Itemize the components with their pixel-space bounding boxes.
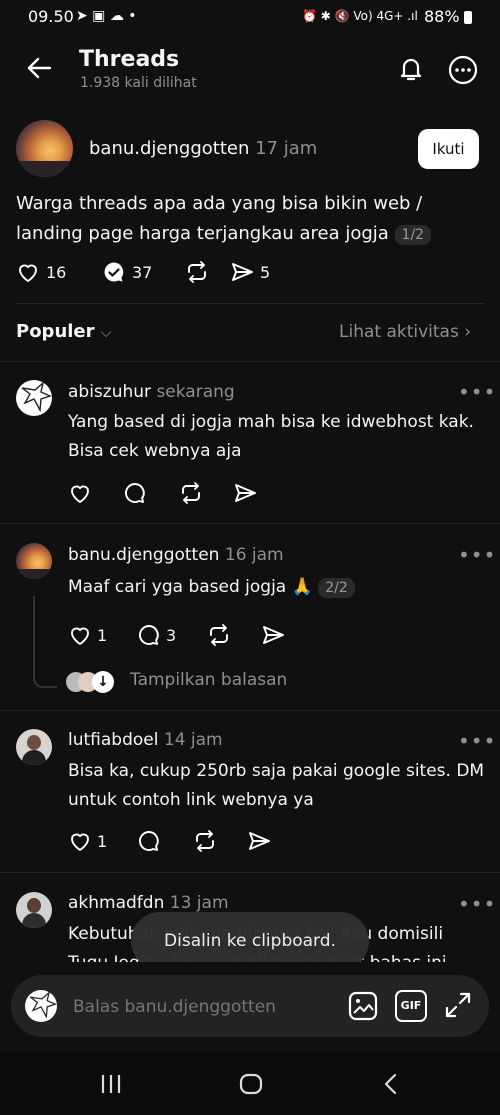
back-arrow-icon[interactable] [26, 56, 52, 80]
share-icon[interactable] [261, 623, 285, 647]
comment-header: banu.djenggotten 16 jam [68, 545, 284, 565]
battery-level: 88% [424, 7, 460, 26]
header: Threads 1.938 kali dilihat [0, 34, 500, 110]
reply-count: 37 [132, 262, 153, 282]
bell-icon[interactable] [396, 54, 426, 84]
image-icon[interactable] [347, 990, 379, 1022]
share-icon[interactable] [233, 481, 257, 505]
reply-icon[interactable] [137, 623, 161, 647]
repost-icon[interactable] [184, 260, 210, 284]
divider [0, 361, 500, 362]
comment-avatar[interactable] [16, 729, 52, 765]
arrow-down-icon: ↓ [92, 671, 114, 693]
status-time: 09.50 [28, 7, 74, 26]
reply-input[interactable] [71, 992, 345, 1022]
comment-avatar[interactable] [16, 543, 52, 579]
system-nav-bar [0, 1052, 500, 1115]
post-text-line: Warga threads apa ada yang bisa bikin we… [16, 193, 423, 214]
like-icon[interactable] [16, 260, 40, 284]
post-actions: 16 37 5 [16, 260, 270, 284]
comment-more-icon[interactable]: ••• [458, 729, 496, 753]
post-author-avatar[interactable] [16, 120, 73, 177]
divider [0, 523, 500, 524]
comment-time: 14 jam [163, 730, 223, 750]
page-title: Threads [79, 47, 180, 72]
comment-time: 13 jam [169, 893, 229, 913]
post-author: banu.djenggotten 17 jam [89, 138, 317, 159]
show-replies-link[interactable]: Tampilkan balasan [130, 670, 287, 690]
share-icon[interactable] [230, 260, 254, 284]
view-count: 1.938 kali dilihat [80, 75, 197, 91]
share-count: 5 [260, 262, 271, 282]
comment-header: lutfiabdoel 14 jam [68, 730, 223, 750]
comment-username[interactable]: abiszuhur [68, 382, 151, 402]
divider [0, 710, 500, 711]
reply-bar: GIF [11, 975, 489, 1037]
more-options-icon[interactable] [448, 55, 478, 85]
home-icon[interactable] [239, 1073, 263, 1095]
repost-icon[interactable] [178, 481, 204, 505]
comment-actions: 1 3 [68, 623, 285, 647]
page-chip: 1/2 [394, 225, 432, 245]
system-icons: ⏰ ✱ 🔇 Vo) 4G+ .ıl [302, 9, 418, 23]
back-icon[interactable] [382, 1073, 400, 1095]
comment-username[interactable]: banu.djenggotten [68, 545, 219, 565]
like-count: 1 [97, 831, 108, 851]
page-chip: 2/2 [318, 578, 355, 598]
chevron-right-icon: › [464, 322, 472, 342]
thread-connector [33, 674, 57, 688]
reply-icon[interactable] [137, 829, 161, 853]
recent-apps-icon[interactable] [99, 1073, 123, 1095]
chevron-down-icon: ⌵ [100, 325, 112, 341]
repost-icon[interactable] [192, 829, 218, 853]
reply-icon[interactable] [123, 481, 147, 505]
battery-icon [464, 11, 472, 24]
repost-icon[interactable] [206, 623, 232, 647]
comment-header: abiszuhur sekarang [68, 382, 235, 402]
divider [16, 303, 484, 304]
reply-count: 3 [166, 625, 177, 645]
comment-actions [68, 481, 257, 505]
comment-time: 16 jam [224, 545, 284, 565]
notification-icons: ➤ ▣ ☁ • [76, 8, 137, 24]
comment-username[interactable]: lutfiabdoel [68, 730, 158, 750]
comment-more-icon[interactable]: ••• [458, 543, 496, 567]
comment-actions: 1 [68, 829, 271, 853]
comment-text: Bisa ka, cukup 250rb saja pakai google s… [68, 761, 485, 810]
comment-more-icon[interactable]: ••• [458, 892, 496, 916]
like-icon[interactable] [68, 623, 92, 647]
comment-time: sekarang [156, 382, 235, 402]
view-activity-link[interactable]: Lihat aktivitas › [339, 322, 471, 342]
comment-text: Yang based di jogja mah bisa ke idwebhos… [68, 412, 474, 461]
post-text-line: landing page harga terjangkau area jogja… [16, 219, 432, 250]
thread-line [33, 596, 35, 676]
expand-icon[interactable] [443, 990, 473, 1020]
like-icon[interactable] [68, 481, 92, 505]
comment-text: Maaf cari yga based jogja 🙏 2/2 [68, 573, 355, 603]
divider [0, 872, 500, 873]
comment-avatar[interactable] [16, 380, 52, 416]
follow-button[interactable]: Ikuti [418, 129, 479, 169]
post-username[interactable]: banu.djenggotten [89, 138, 249, 159]
like-count: 16 [46, 262, 67, 282]
gif-icon[interactable]: GIF [395, 990, 427, 1022]
post-time: 17 jam [255, 138, 318, 159]
reply-icon[interactable] [102, 260, 126, 284]
comment-username[interactable]: akhmadfdn [68, 893, 164, 913]
reply-avatars[interactable]: ↓ [66, 670, 118, 694]
share-icon[interactable] [247, 829, 271, 853]
comment-header: akhmadfdn 13 jam [68, 893, 229, 913]
status-bar: 09.50 ➤ ▣ ☁ • ⏰ ✱ 🔇 Vo) 4G+ .ıl 88% [0, 0, 500, 34]
comment-avatar[interactable] [16, 892, 52, 928]
like-count: 1 [97, 625, 108, 645]
like-icon[interactable] [68, 829, 92, 853]
sort-dropdown[interactable]: Populer ⌵ [16, 321, 111, 342]
post-text: Warga threads apa ada yang bisa bikin we… [16, 189, 432, 250]
my-avatar [25, 990, 57, 1022]
comment-more-icon[interactable]: ••• [458, 380, 496, 404]
